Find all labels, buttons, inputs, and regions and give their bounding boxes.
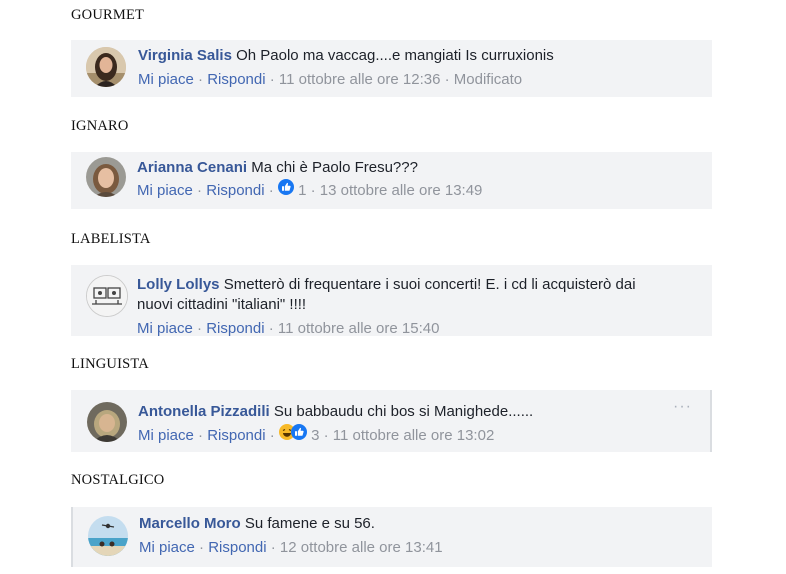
comment-actions: Mi piace · Rispondi · 11 ottobre alle or… <box>138 70 522 90</box>
timestamp[interactable]: 13 ottobre alle ore 13:49 <box>320 182 483 199</box>
comment-card: Antonella Pizzadili Su babbaudu chi bos … <box>71 390 712 452</box>
author-name[interactable]: Lolly Lollys <box>137 276 220 293</box>
comment-card: Arianna Cenani Ma chi è Paolo Fresu??? M… <box>71 152 712 209</box>
comment-text-line-2: nuovi cittadini "italiani" !!!! <box>137 296 307 313</box>
timestamp[interactable]: 11 ottobre alle ore 15:40 <box>278 320 440 336</box>
avatar[interactable] <box>86 275 128 317</box>
separator: · <box>269 71 275 88</box>
timestamp[interactable]: 11 ottobre alle ore 12:36 <box>279 71 441 88</box>
timestamp[interactable]: 12 ottobre alle ore 13:41 <box>280 539 443 556</box>
separator: · <box>269 426 275 444</box>
separator: · <box>197 320 203 336</box>
avatar[interactable] <box>86 157 126 197</box>
comment-actions: Mi piace · Rispondi · 11 ottobre alle or… <box>137 319 439 336</box>
separator: · <box>444 71 450 88</box>
separator: · <box>270 539 276 556</box>
avatar[interactable] <box>87 402 127 442</box>
thread-line <box>71 507 73 567</box>
separator: · <box>199 539 205 556</box>
comment-text: Su babbaudu chi bos si Manighede...... <box>273 403 534 420</box>
section-label-labelista: LABELISTA <box>71 231 151 247</box>
comment-card: Marcello Moro Su famene e su 56. Mi piac… <box>71 507 712 567</box>
reply-link[interactable]: Rispondi <box>207 71 265 88</box>
separator: · <box>197 181 203 199</box>
edited-label[interactable]: Modificato <box>454 71 522 88</box>
comment-text: Su famene e su 56. <box>244 515 375 532</box>
comment-actions: Mi piace · Rispondi · 12 ottobre alle or… <box>139 538 443 558</box>
avatar[interactable] <box>88 516 128 556</box>
avatar[interactable] <box>86 47 126 87</box>
section-label-ignaro: IGNARO <box>71 118 129 134</box>
separator: · <box>198 426 204 444</box>
like-reaction-icon[interactable] <box>277 179 294 201</box>
reaction-count[interactable]: 1 <box>298 182 306 199</box>
like-link[interactable]: Mi piace <box>138 427 194 444</box>
like-link[interactable]: Mi piace <box>137 182 193 199</box>
timestamp[interactable]: 11 ottobre alle ore 13:02 <box>333 427 495 444</box>
comment-text: Ma chi è Paolo Fresu??? <box>251 159 418 176</box>
more-options-icon[interactable]: ··· <box>673 398 692 416</box>
comment-card: Virginia Salis Oh Paolo ma vaccag....e m… <box>71 40 712 97</box>
reaction-count[interactable]: 3 <box>311 427 319 444</box>
reply-link[interactable]: Rispondi <box>206 320 264 336</box>
separator: · <box>310 181 316 199</box>
separator: · <box>198 71 204 88</box>
like-link[interactable]: Mi piace <box>139 539 195 556</box>
comment-text: Oh Paolo ma vaccag....e mangiati Is curr… <box>236 47 554 64</box>
comment-actions: Mi piace · Rispondi · 3 · 11 ottobre all… <box>138 424 495 447</box>
section-label-linguista: LINGUISTA <box>71 356 149 372</box>
reply-link[interactable]: Rispondi <box>207 427 265 444</box>
like-link[interactable]: Mi piace <box>138 71 194 88</box>
comment-card: Lolly Lollys Smetterò di frequentare i s… <box>71 265 712 336</box>
author-name[interactable]: Antonella Pizzadili <box>138 403 270 420</box>
section-label-nostalgico: NOSTALGICO <box>71 472 165 488</box>
section-label-gourmet: GOURMET <box>71 7 145 23</box>
separator: · <box>268 320 274 336</box>
author-name[interactable]: Arianna Cenani <box>137 159 247 176</box>
author-name[interactable]: Marcello Moro <box>139 515 241 532</box>
like-reaction-icon[interactable] <box>290 424 307 446</box>
author-name[interactable]: Virginia Salis <box>138 47 232 64</box>
reply-link[interactable]: Rispondi <box>206 182 264 199</box>
comment-text-line-1: Smetterò di frequentare i suoi concerti!… <box>223 276 636 293</box>
separator: · <box>268 181 274 199</box>
reply-link[interactable]: Rispondi <box>208 539 266 556</box>
separator: · <box>323 426 329 444</box>
thread-line <box>710 390 712 452</box>
like-link[interactable]: Mi piace <box>137 320 193 336</box>
comment-actions: Mi piace · Rispondi · 1 · 13 ottobre all… <box>137 179 483 202</box>
